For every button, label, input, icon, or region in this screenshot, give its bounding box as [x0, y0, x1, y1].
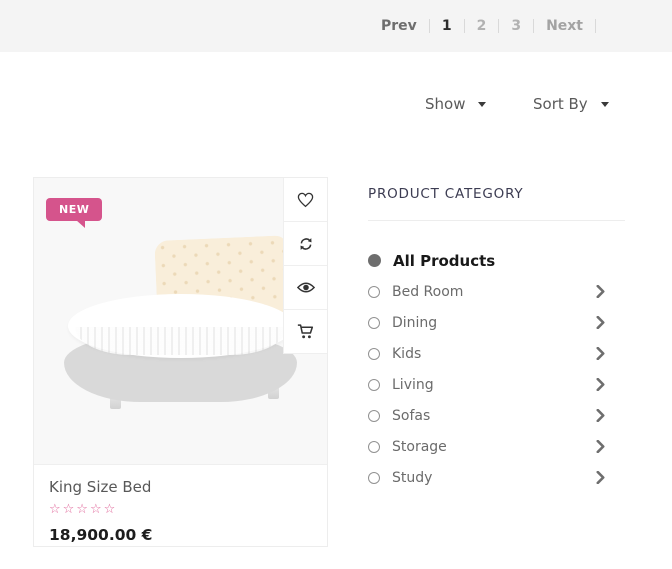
radio-icon: [368, 348, 380, 360]
radio-icon: [368, 286, 380, 298]
category-item-dining[interactable]: Dining: [368, 307, 625, 338]
show-dropdown-label: Show: [425, 95, 465, 113]
compare-button[interactable]: [283, 222, 327, 266]
category-list: All Products Bed Room Dining Kids L: [368, 245, 625, 493]
radio-filled-icon: [368, 254, 381, 267]
category-label: Study: [392, 470, 596, 486]
add-to-cart-button[interactable]: [283, 310, 327, 354]
chevron-down-icon: [478, 102, 486, 107]
sort-by-dropdown[interactable]: Sort By: [533, 95, 609, 113]
category-label: All Products: [393, 252, 625, 270]
chevron-down-icon: [601, 102, 609, 107]
eye-icon: [297, 281, 315, 294]
product-name[interactable]: King Size Bed: [49, 478, 312, 496]
category-item-all-products[interactable]: All Products: [368, 245, 625, 276]
category-label: Bed Room: [392, 284, 596, 300]
wishlist-button[interactable]: [283, 178, 327, 222]
product-info: King Size Bed ☆☆☆☆☆ 18,900.00 €: [34, 464, 327, 544]
refresh-icon: [298, 236, 314, 252]
pager-page-2[interactable]: 2: [477, 18, 487, 34]
pager-prev-button[interactable]: Prev: [381, 18, 417, 34]
pager-next-button[interactable]: Next: [546, 18, 583, 34]
radio-icon: [368, 472, 380, 484]
radio-icon: [368, 317, 380, 329]
divider: [368, 220, 625, 221]
product-price: 18,900.00 €: [49, 526, 312, 544]
category-item-kids[interactable]: Kids: [368, 338, 625, 369]
category-label: Storage: [392, 439, 596, 455]
category-item-study[interactable]: Study: [368, 462, 625, 493]
heart-icon: [297, 192, 314, 208]
cart-icon: [297, 323, 314, 340]
radio-icon: [368, 379, 380, 391]
product-card: NEW: [33, 177, 328, 547]
pager-separator: [533, 19, 534, 33]
pager-page-1[interactable]: 1: [442, 18, 452, 34]
chevron-right-icon[interactable]: [596, 471, 605, 484]
pager-separator: [429, 19, 430, 33]
chevron-right-icon[interactable]: [596, 316, 605, 329]
pager-separator: [464, 19, 465, 33]
sidebar-title: PRODUCT CATEGORY: [368, 186, 625, 202]
category-label: Kids: [392, 346, 596, 362]
chevron-right-icon[interactable]: [596, 440, 605, 453]
chevron-right-icon[interactable]: [596, 378, 605, 391]
pager: Prev 1 2 3 Next: [381, 18, 608, 34]
star-rating: ☆☆☆☆☆: [49, 502, 312, 517]
new-badge: NEW: [46, 198, 102, 221]
category-label: Sofas: [392, 408, 596, 424]
pager-separator: [498, 19, 499, 33]
category-label: Dining: [392, 315, 596, 331]
top-pagination-bar: Prev 1 2 3 Next: [0, 0, 672, 52]
product-image[interactable]: NEW: [34, 178, 327, 464]
category-item-sofas[interactable]: Sofas: [368, 400, 625, 431]
radio-icon: [368, 441, 380, 453]
bed-mattress-graphic: [68, 294, 294, 358]
quick-view-button[interactable]: [283, 266, 327, 310]
chevron-right-icon[interactable]: [596, 285, 605, 298]
category-item-storage[interactable]: Storage: [368, 431, 625, 462]
product-category-sidebar: PRODUCT CATEGORY All Products Bed Room D…: [368, 186, 625, 493]
chevron-right-icon[interactable]: [596, 409, 605, 422]
category-item-bed-room[interactable]: Bed Room: [368, 276, 625, 307]
category-item-living[interactable]: Living: [368, 369, 625, 400]
pager-page-3[interactable]: 3: [511, 18, 521, 34]
chevron-right-icon[interactable]: [596, 347, 605, 360]
show-dropdown[interactable]: Show: [425, 95, 486, 113]
product-actions: [283, 178, 327, 354]
category-label: Living: [392, 377, 596, 393]
radio-icon: [368, 410, 380, 422]
sort-by-dropdown-label: Sort By: [533, 95, 588, 113]
pager-separator: [595, 19, 596, 33]
